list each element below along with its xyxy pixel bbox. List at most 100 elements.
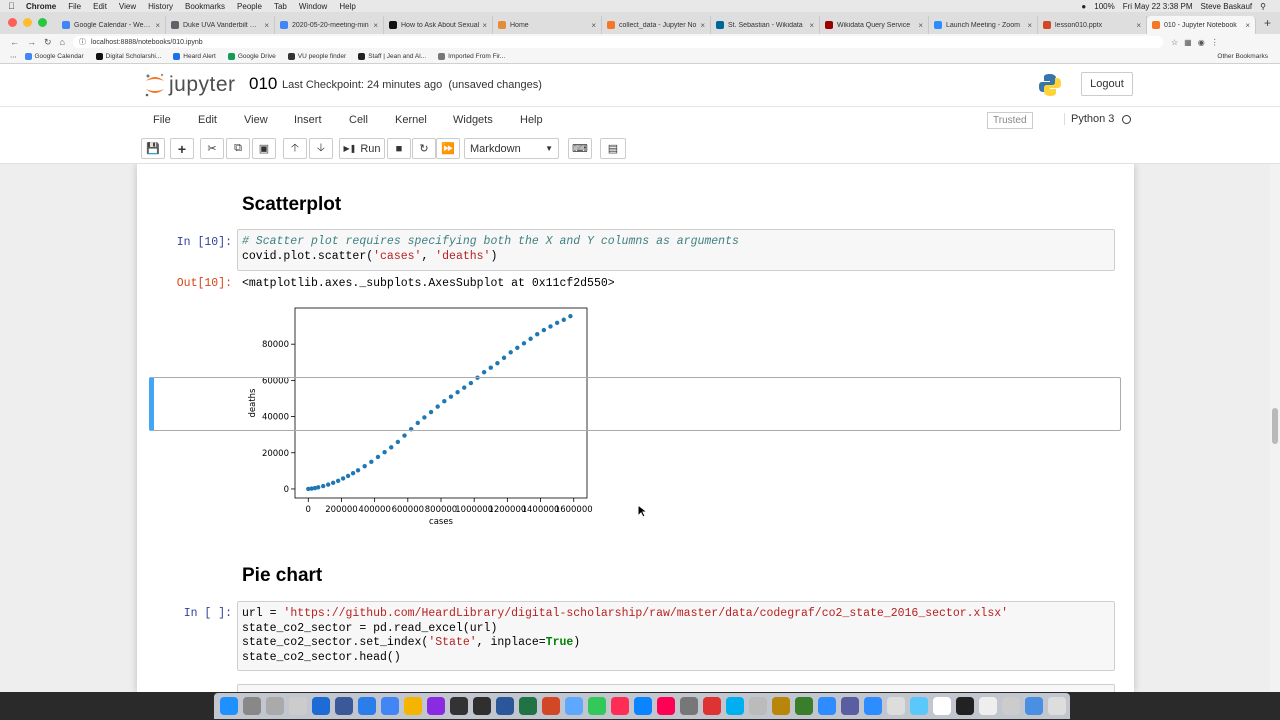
- sourcetree-icon[interactable]: [795, 697, 813, 715]
- new-tab-button[interactable]: +: [1264, 16, 1271, 30]
- star-icon[interactable]: ☆: [1171, 38, 1178, 47]
- close-tab-icon[interactable]: ×: [155, 21, 160, 30]
- home-icon[interactable]: ⌂: [60, 37, 65, 48]
- github-icon[interactable]: [404, 697, 422, 715]
- browser-tab[interactable]: Google Calendar - Week o ×: [57, 16, 166, 34]
- restart-button[interactable]: ↻: [412, 138, 436, 159]
- menu-widgets[interactable]: Widgets: [453, 114, 493, 126]
- document-icon[interactable]: [1002, 697, 1020, 715]
- system-preferences-icon[interactable]: [680, 697, 698, 715]
- skype-icon[interactable]: [726, 697, 744, 715]
- terminal-icon[interactable]: [450, 697, 468, 715]
- cell-type-select[interactable]: Markdown ▼: [464, 138, 559, 159]
- acrobat-icon[interactable]: [703, 697, 721, 715]
- messages-icon[interactable]: [588, 697, 606, 715]
- menu-edit[interactable]: Edit: [198, 114, 217, 126]
- profile-icon[interactable]: ◉: [1198, 38, 1205, 47]
- close-tab-icon[interactable]: ×: [918, 21, 923, 30]
- safari-icon[interactable]: [266, 697, 284, 715]
- document-icon[interactable]: [979, 697, 997, 715]
- menu-kernel[interactable]: Kernel: [395, 114, 427, 126]
- menu-file[interactable]: File: [153, 114, 171, 126]
- close-tab-icon[interactable]: ×: [1136, 21, 1141, 30]
- bookmark-item[interactable]: Imported From Fir...: [438, 53, 505, 60]
- menu-insert[interactable]: Insert: [294, 114, 322, 126]
- minimize-window-icon[interactable]: [23, 18, 32, 27]
- close-tab-icon[interactable]: ×: [264, 21, 269, 30]
- browser-tab[interactable]: Launch Meeting - Zoom ×: [929, 16, 1038, 34]
- menubar-item-help[interactable]: Help: [339, 2, 355, 11]
- launchpad-icon[interactable]: [243, 697, 261, 715]
- browser-tab[interactable]: lesson010.pptx ×: [1038, 16, 1147, 34]
- chart-tool-button[interactable]: ▤: [600, 138, 626, 159]
- browser-tab[interactable]: Duke UVA Vanderbilt Climb ×: [166, 16, 275, 34]
- apple-icon[interactable]: : [8, 1, 20, 11]
- close-tab-icon[interactable]: ×: [373, 21, 378, 30]
- bookmark-item[interactable]: Google Drive: [227, 53, 276, 60]
- document-icon[interactable]: [956, 697, 974, 715]
- powerpoint-icon[interactable]: [542, 697, 560, 715]
- app-store-icon[interactable]: [634, 697, 652, 715]
- firefox-icon[interactable]: [427, 697, 445, 715]
- finder-icon[interactable]: [220, 697, 238, 715]
- close-tab-icon[interactable]: ×: [591, 21, 596, 30]
- document-icon[interactable]: [933, 697, 951, 715]
- paste-button[interactable]: ▣: [252, 138, 276, 159]
- apps-icon[interactable]: ⋯: [10, 53, 17, 61]
- bookmark-item[interactable]: VU people finder: [287, 53, 346, 60]
- browser-tab[interactable]: 2020-05-20-meeting-min ×: [275, 16, 384, 34]
- battery-level[interactable]: 100%: [1094, 2, 1114, 11]
- outlook-icon[interactable]: [312, 697, 330, 715]
- page-scrollbar[interactable]: [1270, 164, 1280, 692]
- info-icon[interactable]: ⓘ: [79, 37, 86, 47]
- code-cell-pie[interactable]: url = 'https://github.com/HeardLibrary/d…: [237, 601, 1115, 671]
- trash-icon[interactable]: [1048, 697, 1066, 715]
- menubar-item-history[interactable]: History: [148, 2, 173, 11]
- move-up-button[interactable]: 🡡: [283, 138, 307, 159]
- close-window-icon[interactable]: [8, 18, 17, 27]
- extension-icon[interactable]: ▦: [1184, 38, 1192, 47]
- menubar-app-name[interactable]: Chrome: [26, 2, 56, 11]
- reload-icon[interactable]: ↻: [44, 37, 52, 48]
- preview-icon[interactable]: [289, 697, 307, 715]
- document-icon[interactable]: [1025, 697, 1043, 715]
- url-field[interactable]: ⓘ localhost:8888/notebooks/010.ipynb: [72, 36, 1163, 48]
- menubar-item-view[interactable]: View: [119, 2, 136, 11]
- menubar-item-tab[interactable]: Tab: [274, 2, 287, 11]
- run-button[interactable]: ▶❚ Run: [339, 138, 385, 159]
- photos-icon[interactable]: [565, 697, 583, 715]
- close-tab-icon[interactable]: ×: [1245, 21, 1250, 30]
- word-icon[interactable]: [496, 697, 514, 715]
- menu-help[interactable]: Help: [520, 114, 543, 126]
- browser-tab[interactable]: Wikidata Query Service ×: [820, 16, 929, 34]
- zoom-window-icon[interactable]: [38, 18, 47, 27]
- menubar-item-people[interactable]: People: [237, 2, 262, 11]
- search-icon[interactable]: ⚲: [1260, 2, 1266, 11]
- menu-cell[interactable]: Cell: [349, 114, 368, 126]
- close-tab-icon[interactable]: ×: [482, 21, 487, 30]
- menubar-clock[interactable]: Fri May 22 3:38 PM: [1123, 2, 1193, 11]
- menubar-item-file[interactable]: File: [68, 2, 81, 11]
- menubar-item-window[interactable]: Window: [299, 2, 327, 11]
- mail-icon[interactable]: [335, 697, 353, 715]
- downloads-icon[interactable]: [887, 697, 905, 715]
- teams-icon[interactable]: [818, 697, 836, 715]
- zotero-icon[interactable]: [657, 697, 675, 715]
- bookmark-item[interactable]: Heard Alert: [173, 53, 216, 60]
- browser-tab[interactable]: St. Sebastian - Wikidata ×: [711, 16, 820, 34]
- menubar-item-bookmarks[interactable]: Bookmarks: [185, 2, 225, 11]
- browser-tab[interactable]: 010 - Jupyter Notebook ×: [1147, 16, 1256, 34]
- insert-cell-button[interactable]: +: [170, 138, 194, 159]
- copy-button[interactable]: ⧉: [226, 138, 250, 159]
- folder-icon[interactable]: [864, 697, 882, 715]
- code-cell-scatter[interactable]: # Scatter plot requires specifying both …: [237, 229, 1115, 271]
- other-bookmarks[interactable]: Other Bookmarks: [1217, 53, 1268, 60]
- restart-run-all-button[interactable]: ⏩: [436, 138, 460, 159]
- notes-icon[interactable]: [749, 697, 767, 715]
- move-down-button[interactable]: 🡣: [309, 138, 333, 159]
- menubar-item-edit[interactable]: Edit: [93, 2, 107, 11]
- kernel-name[interactable]: Python 3: [1064, 113, 1114, 125]
- terminal-icon[interactable]: [473, 697, 491, 715]
- selected-markdown-cell[interactable]: [149, 377, 1121, 431]
- bookmark-item[interactable]: Google Calendar: [24, 53, 84, 60]
